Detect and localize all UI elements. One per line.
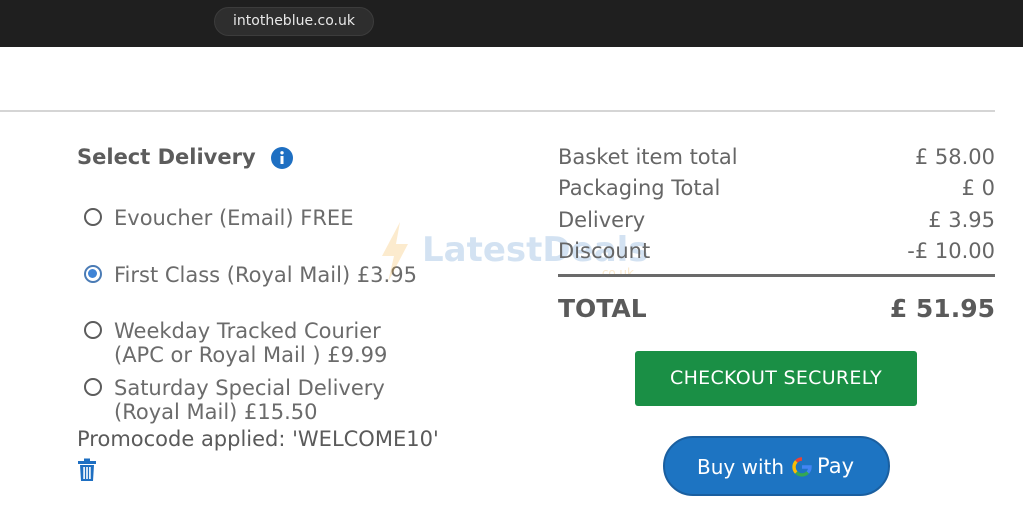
total-value: £ 51.95: [889, 294, 995, 323]
select-delivery-title: Select Delivery: [77, 145, 256, 169]
summary-label: Discount: [558, 239, 651, 263]
delivery-option-sublabel: (APC or Royal Mail ) £9.99: [114, 343, 388, 367]
delivery-option-label: Weekday Tracked Courier: [114, 319, 381, 343]
total-label: TOTAL: [558, 294, 647, 323]
summary-value: -£ 10.00: [907, 239, 995, 263]
summary-row-discount: Discount -£ 10.00: [558, 239, 995, 269]
radio-evoucher[interactable]: [84, 208, 102, 226]
info-icon[interactable]: [270, 146, 294, 170]
summary-label: Delivery: [558, 208, 646, 232]
google-pay-button[interactable]: Buy with Pay: [663, 436, 890, 496]
summary-label: Basket item total: [558, 145, 738, 169]
radio-saturday[interactable]: [84, 378, 102, 396]
delivery-option-label: Evoucher (Email) FREE: [114, 206, 354, 230]
trash-icon[interactable]: [77, 458, 97, 482]
summary-divider: [558, 274, 995, 277]
radio-first-class[interactable]: [84, 265, 102, 283]
summary-value: £ 3.95: [928, 208, 995, 232]
summary-row-basket: Basket item total £ 58.00: [558, 145, 995, 175]
google-g-icon: [792, 457, 812, 477]
address-bar[interactable]: intotheblue.co.uk: [214, 7, 374, 36]
radio-weekday-courier[interactable]: [84, 321, 102, 339]
header-divider: [0, 110, 995, 112]
summary-value: £ 58.00: [914, 145, 995, 169]
gpay-pay-label: Pay: [817, 454, 855, 478]
summary-row-packaging: Packaging Total £ 0: [558, 176, 995, 206]
delivery-option-label: First Class (Royal Mail) £3.95: [114, 263, 417, 287]
gpay-buy-label: Buy with: [697, 455, 785, 479]
summary-value: £ 0: [961, 176, 995, 200]
delivery-option-label: Saturday Special Delivery: [114, 376, 385, 400]
summary-label: Packaging Total: [558, 176, 721, 200]
summary-row-delivery: Delivery £ 3.95: [558, 208, 995, 238]
checkout-securely-button[interactable]: CHECKOUT SECURELY: [635, 351, 917, 406]
delivery-option-sublabel: (Royal Mail) £15.50: [114, 400, 318, 424]
promocode-applied-text: Promocode applied: 'WELCOME10': [77, 427, 439, 451]
browser-top-bar: intotheblue.co.uk: [0, 0, 1023, 47]
